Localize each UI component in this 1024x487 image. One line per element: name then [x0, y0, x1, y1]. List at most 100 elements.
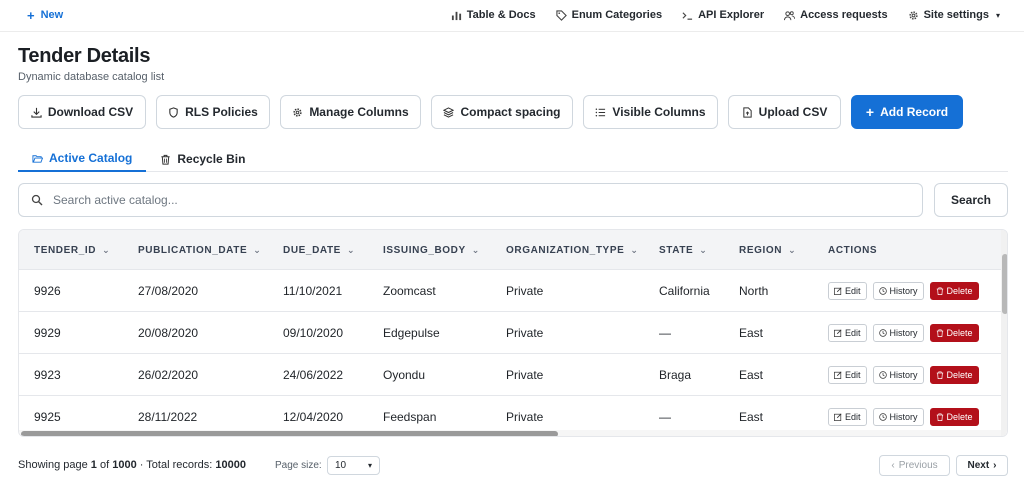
chevron-down-icon: ⌄: [699, 244, 708, 255]
search-button[interactable]: Search: [934, 183, 1008, 217]
history-label: History: [889, 286, 918, 296]
total-records-label: · Total records:: [139, 459, 213, 471]
history-button[interactable]: History: [872, 366, 924, 384]
page-size-select[interactable]: 10 ▾: [327, 456, 380, 475]
compact-spacing-button[interactable]: Compact spacing: [431, 95, 573, 129]
vertical-scroll-thumb[interactable]: [1002, 254, 1007, 314]
column-header-state[interactable]: STATE ⌄: [659, 230, 707, 270]
previous-label: Previous: [898, 460, 938, 471]
delete-button[interactable]: Delete: [929, 408, 979, 426]
delete-button[interactable]: Delete: [929, 282, 979, 300]
edit-button[interactable]: Edit: [828, 282, 867, 300]
table-header: TENDER_ID ⌄ PUBLICATION_DATE ⌄ DUE_DATE ⌄ I…: [19, 230, 1007, 270]
gear-icon: [293, 107, 302, 117]
next-label: Next: [967, 460, 990, 471]
history-button[interactable]: History: [872, 408, 924, 426]
cell-region: East: [739, 326, 764, 340]
chevron-down-icon: ⌄: [346, 244, 356, 255]
layers-icon: [443, 106, 455, 118]
edit-icon: [834, 329, 842, 337]
toolbar: Download CSV RLS Policies Manage Columns…: [18, 95, 963, 129]
column-header-label: DUE_DATE: [283, 244, 341, 256]
history-button[interactable]: History: [872, 324, 924, 342]
edit-button[interactable]: Edit: [828, 366, 867, 384]
clock-icon: [878, 413, 887, 421]
cell-region: East: [739, 368, 764, 382]
nav-link-access-requests[interactable]: Access requests: [784, 9, 888, 21]
edit-icon: [834, 413, 842, 421]
column-header-issuing-body[interactable]: ISSUING_BODY ⌄: [383, 230, 480, 270]
search-input[interactable]: [53, 193, 903, 207]
cell-issuing-body: Oyondu: [383, 368, 426, 382]
row-actions: Edit History Delete: [828, 282, 979, 300]
row-actions: Edit History Delete: [828, 324, 979, 342]
tab-label: Recycle Bin: [177, 152, 246, 166]
add-record-button[interactable]: + Add Record: [851, 95, 963, 129]
upload-csv-button[interactable]: Upload CSV: [728, 95, 841, 129]
delete-button[interactable]: Delete: [929, 366, 979, 384]
list-icon: [596, 108, 606, 116]
next-page-button[interactable]: Next ›: [956, 455, 1008, 476]
previous-page-button[interactable]: ‹ Previous: [879, 455, 950, 476]
history-label: History: [889, 370, 918, 380]
edit-icon: [834, 287, 842, 295]
plus-icon: +: [27, 7, 35, 23]
tab-active-catalog[interactable]: Active Catalog: [18, 146, 147, 172]
chevron-left-icon: ‹: [891, 460, 895, 471]
column-header-publication-date[interactable]: PUBLICATION_DATE ⌄: [138, 230, 261, 270]
terminal-icon: [682, 11, 693, 20]
table-row: 9926 27/08/2020 11/10/2021 Zoomcast Priv…: [19, 270, 1007, 312]
tab-recycle-bin[interactable]: Recycle Bin: [146, 146, 259, 172]
trash-icon: [936, 329, 943, 337]
delete-button[interactable]: Delete: [929, 324, 979, 342]
horizontal-scroll-thumb[interactable]: [21, 431, 558, 436]
cell-state: —: [659, 326, 671, 340]
nav-link-api-explorer[interactable]: API Explorer: [682, 9, 764, 21]
cell-organization-type: Private: [506, 284, 544, 298]
trash-icon: [936, 287, 943, 295]
new-button[interactable]: + New: [27, 7, 63, 23]
column-header-label: ORGANIZATION_TYPE: [506, 244, 625, 256]
delete-label: Delete: [946, 412, 973, 422]
history-label: History: [889, 412, 918, 422]
of-label: of: [99, 459, 110, 471]
clock-icon: [878, 329, 887, 337]
edit-label: Edit: [845, 412, 861, 422]
trash-icon: [936, 371, 943, 379]
vertical-scrollbar[interactable]: [1001, 230, 1007, 436]
page-size-value: 10: [335, 460, 347, 471]
visible-columns-button[interactable]: Visible Columns: [583, 95, 718, 129]
records-table: TENDER_ID ⌄ PUBLICATION_DATE ⌄ DUE_DATE ⌄ I…: [18, 229, 1008, 437]
rls-policies-button[interactable]: RLS Policies: [156, 95, 270, 129]
cell-issuing-body: Edgepulse: [383, 326, 440, 340]
clock-icon: [878, 287, 887, 295]
history-button[interactable]: History: [872, 282, 924, 300]
column-header-tender-id[interactable]: TENDER_ID ⌄: [34, 230, 110, 270]
nav-link-label: API Explorer: [698, 9, 765, 21]
column-header-region[interactable]: REGION ⌄: [739, 230, 796, 270]
add-record-label: Add Record: [880, 105, 949, 119]
chevron-right-icon: ›: [993, 460, 997, 471]
horizontal-scrollbar[interactable]: [19, 430, 1001, 436]
column-header-label: STATE: [659, 244, 694, 256]
download-csv-button[interactable]: Download CSV: [18, 95, 146, 129]
manage-columns-button[interactable]: Manage Columns: [280, 95, 421, 129]
nav-link-table-docs[interactable]: Table & Docs: [451, 9, 536, 21]
column-header-label: ACTIONS: [828, 244, 878, 256]
plus-icon: +: [865, 104, 875, 120]
nav-link-enum-categories[interactable]: Enum Categories: [555, 9, 662, 21]
column-header-due-date[interactable]: DUE_DATE ⌄: [283, 230, 355, 270]
column-header-organization-type[interactable]: ORGANIZATION_TYPE ⌄: [506, 230, 639, 270]
edit-button[interactable]: Edit: [828, 324, 867, 342]
nav-links: Table & Docs Enum Categories API Explore…: [451, 9, 1000, 21]
tag-icon: [555, 9, 567, 21]
trash-icon: [161, 154, 170, 165]
nav-link-site-settings[interactable]: Site settings ▾: [908, 9, 1000, 21]
top-nav: + New Table & Docs Enum Categories API E…: [0, 0, 1024, 32]
cell-due-date: 09/10/2020: [283, 326, 344, 340]
manage-columns-label: Manage Columns: [309, 105, 409, 119]
bar-chart-icon: [451, 11, 461, 20]
edit-button[interactable]: Edit: [828, 408, 867, 426]
showing-prefix: Showing page: [18, 459, 88, 471]
cell-publication-date: 20/08/2020: [138, 326, 199, 340]
